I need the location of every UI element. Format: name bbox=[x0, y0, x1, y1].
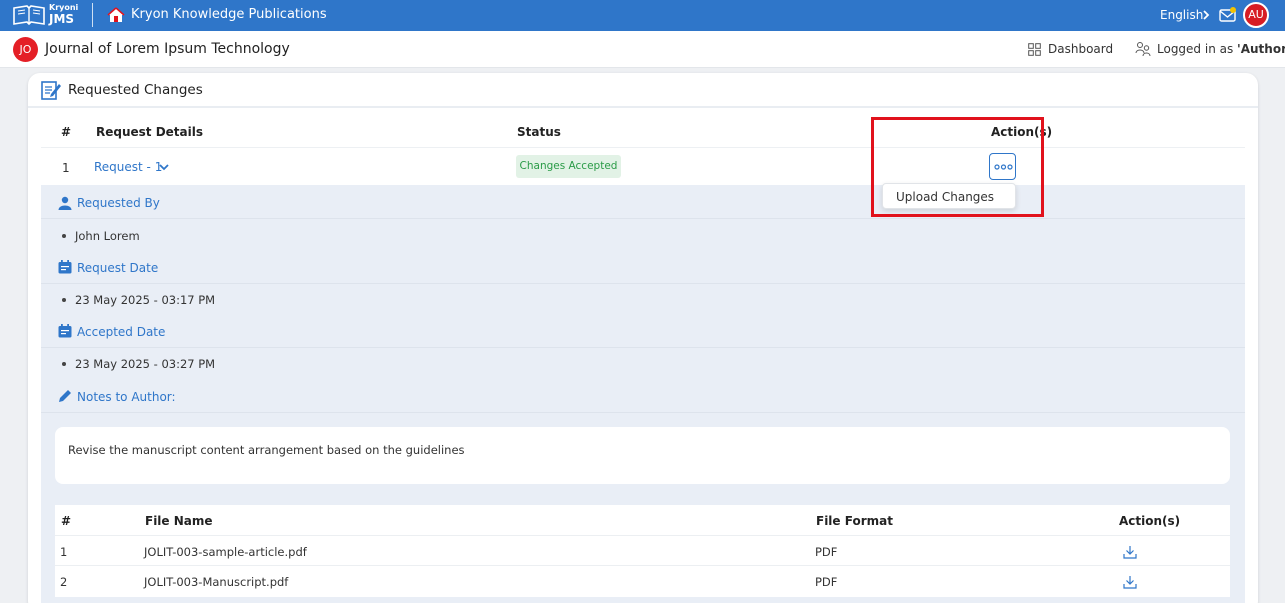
chevron-down-icon[interactable] bbox=[159, 163, 169, 171]
section-divider bbox=[41, 283, 1245, 284]
requested-by-label: Requested By bbox=[77, 196, 160, 210]
logged-in-prefix: Logged in as bbox=[1157, 42, 1238, 56]
logo-divider bbox=[92, 3, 93, 27]
file-row-num: 2 bbox=[60, 575, 68, 589]
download-icon[interactable] bbox=[1123, 575, 1137, 589]
files-header-format: File Format bbox=[816, 514, 893, 528]
request-date-label: Request Date bbox=[77, 261, 159, 275]
book-logo-icon bbox=[13, 5, 45, 26]
highlight-box bbox=[871, 117, 1044, 217]
logged-in-role: 'Author' bbox=[1237, 42, 1285, 56]
publisher-name[interactable]: Kryon Knowledge Publications bbox=[131, 7, 327, 23]
download-icon[interactable] bbox=[1123, 545, 1137, 559]
section-divider bbox=[41, 218, 1245, 219]
user-avatar[interactable]: AU bbox=[1243, 2, 1269, 28]
status-badge: Changes Accepted bbox=[516, 155, 621, 178]
section-divider bbox=[41, 347, 1245, 348]
accepted-date-value: 23 May 2025 - 03:27 PM bbox=[75, 357, 216, 371]
calendar-icon bbox=[58, 260, 72, 274]
journal-header: JO Journal of Lorem Ipsum Technology Das… bbox=[0, 31, 1285, 68]
col-header-num: # bbox=[61, 125, 72, 139]
edit-document-icon bbox=[41, 81, 61, 100]
dashboard-grid-icon[interactable] bbox=[1028, 43, 1041, 56]
file-row-format: PDF bbox=[815, 545, 838, 559]
file-row-divider bbox=[55, 565, 1230, 566]
list-bullet bbox=[62, 234, 66, 238]
logo-small-text: Kryoni bbox=[49, 3, 79, 12]
files-header-name: File Name bbox=[145, 514, 213, 528]
request-num: 1 bbox=[62, 161, 70, 175]
file-row-num: 1 bbox=[60, 545, 68, 559]
header-divider bbox=[41, 147, 1245, 148]
card-header-divider bbox=[28, 106, 1258, 108]
top-navbar: Kryoni JMS Kryon Knowledge Publications … bbox=[0, 0, 1285, 31]
accepted-date-label: Accepted Date bbox=[77, 325, 166, 339]
file-row-name: JOLIT-003-sample-article.pdf bbox=[144, 545, 307, 559]
chevron-right-icon[interactable] bbox=[1202, 9, 1210, 21]
request-date-value: 23 May 2025 - 03:17 PM bbox=[75, 293, 216, 307]
files-header-divider bbox=[55, 535, 1230, 536]
journal-title: Journal of Lorem Ipsum Technology bbox=[45, 41, 290, 57]
dashboard-link[interactable]: Dashboard bbox=[1048, 42, 1113, 57]
journal-avatar: JO bbox=[13, 37, 38, 62]
list-bullet bbox=[62, 298, 66, 302]
calendar-icon bbox=[58, 324, 72, 338]
language-selector[interactable]: English bbox=[1160, 8, 1203, 22]
user-icon bbox=[58, 196, 72, 210]
pencil-icon bbox=[59, 390, 71, 402]
logged-in-status: Logged in as 'Author' bbox=[1157, 42, 1285, 57]
user-group-icon bbox=[1135, 42, 1151, 57]
notes-label: Notes to Author: bbox=[77, 390, 176, 404]
mail-icon[interactable] bbox=[1219, 6, 1237, 24]
file-row-format: PDF bbox=[815, 575, 838, 589]
request-toggle-link[interactable]: Request - 1 bbox=[94, 160, 162, 174]
app-logo[interactable]: Kryoni JMS bbox=[12, 2, 90, 28]
notes-text: Revise the manuscript content arrangemen… bbox=[68, 443, 465, 457]
file-row-name: JOLIT-003-Manuscript.pdf bbox=[144, 575, 289, 589]
section-divider bbox=[41, 412, 1245, 413]
files-header-num: # bbox=[61, 514, 72, 528]
col-header-status: Status bbox=[517, 125, 561, 139]
card-title: Requested Changes bbox=[68, 82, 203, 98]
list-bullet bbox=[62, 362, 66, 366]
requested-by-value: John Lorem bbox=[75, 229, 140, 243]
logo-big-text: JMS bbox=[49, 12, 75, 26]
col-header-details: Request Details bbox=[96, 125, 204, 139]
home-icon[interactable] bbox=[107, 7, 125, 23]
files-header-actions: Action(s) bbox=[1119, 514, 1181, 528]
